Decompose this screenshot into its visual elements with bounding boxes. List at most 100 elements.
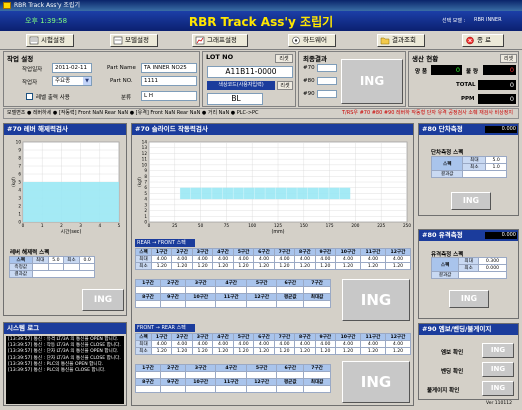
folder-icon: [380, 36, 390, 45]
spec-cell: 11구간: [360, 248, 386, 256]
measure-cell: [303, 385, 331, 393]
partname-field[interactable]: TA INNER NO25: [141, 63, 197, 73]
spec-cell: 7구간: [273, 248, 296, 256]
x-tick-label: 200: [351, 223, 359, 228]
label-print-checkbox[interactable]: [26, 93, 33, 100]
spec-cell: 4.00: [294, 255, 316, 263]
measure-cell: 평균값: [276, 293, 305, 301]
class-field[interactable]: L H: [141, 91, 197, 101]
gauge-result: ING: [482, 381, 514, 396]
measure-cell: 12구간: [245, 293, 278, 301]
color-code-field[interactable]: BL: [207, 93, 263, 105]
measure-cell: [276, 286, 305, 294]
job-settings-panel: 작업 설정 작업일자 2011-02-11 작업자 주요종 레벨 출력 사용 P…: [3, 51, 200, 107]
spec-cell: 4구간: [212, 248, 234, 256]
y-tick-label: 12: [142, 151, 148, 156]
hardware-button[interactable]: 하드웨어: [288, 34, 336, 47]
measure-row: 1구간 2구간 3구간 4구간 5구간 6구간 7구간: [135, 364, 331, 372]
measure-cell: [276, 300, 305, 308]
spec-cell: 1.20: [232, 262, 255, 270]
front-rear-result-indicator: ING: [342, 361, 410, 403]
r90-label: #90: [303, 91, 315, 97]
y-tick-label: 9: [18, 148, 21, 153]
y-tick-label: 10: [142, 162, 148, 167]
spec-band: [23, 182, 119, 222]
spec-cell: 4.00: [360, 255, 386, 263]
model-settings-button[interactable]: 모델설정: [110, 34, 158, 47]
x-axis-label: (mm): [271, 229, 284, 235]
graph-settings-button[interactable]: 그래프설정: [192, 34, 248, 47]
spec-cell: 1구간: [150, 333, 173, 341]
lot-field[interactable]: A11B11-0000: [207, 66, 293, 78]
version-label: Ver 110112: [486, 401, 512, 406]
spec-cell: 3구간: [191, 333, 214, 341]
color-reset-button[interactable]: 리셋: [277, 81, 293, 90]
measure-cell: 평균값: [276, 378, 305, 386]
worker-select[interactable]: 주요종: [52, 76, 92, 86]
partno-field[interactable]: 1111: [141, 76, 197, 86]
step-measure-section: #80 단차측정 0.000 단차측정 스펙 스펙 최대 5.0 최소 1.0 결과값…: [418, 123, 519, 216]
spec-cell: 1.20: [360, 262, 386, 270]
spec-cell: 4.00: [212, 255, 234, 263]
slide-force-chart: 012345678910111213140 25 50 75 100 125 150 175 2…: [137, 140, 411, 236]
spec-cell: 4.00: [360, 340, 386, 348]
spec-cell: 1.20: [273, 262, 296, 270]
spec-cell: 최대: [135, 255, 152, 263]
system-log-section: 시스템 로그 [13:39:57] 통신 : 유격 LT/3A 의 통신을 OP…: [3, 322, 127, 406]
spec-cell: 1.20: [294, 347, 316, 355]
y-tick-label: 7: [144, 180, 147, 185]
y-tick-label: 14: [142, 140, 148, 145]
production-reset-button[interactable]: 리셋: [500, 54, 517, 63]
measure-cell: 7구간: [303, 364, 331, 372]
measure-row: [135, 371, 331, 379]
hardware-label: 하드웨어: [303, 36, 327, 44]
measure-cell: 12구간: [245, 378, 278, 386]
x-tick-label: 175: [326, 223, 334, 228]
exit-button[interactable]: 종 료: [462, 34, 504, 47]
measure-cell: 3구간: [184, 364, 217, 372]
measure-cell: [135, 286, 161, 294]
y-tick-label: 3: [18, 196, 21, 201]
spec-cell: 4.00: [253, 340, 275, 348]
window-title: RBR Track Ass'y 조립기: [14, 2, 80, 9]
measure-cell: [245, 385, 278, 393]
spec-cell: 4.00: [384, 255, 412, 263]
spec-cell: 1.20: [253, 262, 275, 270]
measure-cell: 11구간: [215, 378, 247, 386]
spec-cell: 4.00: [191, 255, 214, 263]
y-tick-label: 9: [144, 168, 147, 173]
measure-cell: [245, 300, 278, 308]
ppm-count: 0: [478, 94, 516, 104]
result-lookup-button[interactable]: 결과조회: [377, 34, 425, 47]
measure-cell: [303, 300, 331, 308]
y-tick-label: 3: [144, 202, 147, 207]
r70-field: [317, 64, 337, 72]
y-tick-label: 6: [144, 185, 147, 190]
spec-cell: 1.20: [360, 347, 386, 355]
spec-cell: 5구간: [232, 333, 255, 341]
app-window: RBR Track Ass'y 조립기 오후 1:39:58 RBR Track…: [0, 0, 522, 410]
ng-label: 불 량: [466, 69, 479, 75]
x-tick-label: 2: [60, 223, 63, 228]
spec-cell: 4.00: [150, 340, 173, 348]
measure-cell: [245, 371, 278, 379]
lot-reset-button[interactable]: 리셋: [275, 54, 293, 63]
system-log-list[interactable]: [13:39:57] 통신 : 유격 LT/3A 의 통신을 OPEN 합니다.…: [6, 336, 124, 404]
spec-row: 스펙 1구간 2구간 3구간 4구간 5구간 6구간 7구간 8구간 9구간 10구간 11구간 12구…: [135, 248, 412, 256]
embo-result: ING: [482, 343, 514, 358]
spec-row: 최소 1.20 1.20 1.20 1.20 1.20 1.20 1.20 1.20 1.20 1.…: [135, 262, 412, 270]
test-settings-button[interactable]: 시험설정: [26, 34, 74, 47]
date-field[interactable]: 2011-02-11: [52, 63, 92, 73]
y-tick-label: 1: [144, 214, 147, 219]
spec-cell: 스펙: [135, 248, 152, 256]
spec-cell: 4.00: [273, 340, 296, 348]
x-tick-label: 150: [300, 223, 308, 228]
spec-cell: 8구간: [294, 248, 316, 256]
front-rear-measure-table: 1구간 2구간 3구간 4구간 5구간 6구간 7구간 8구간 9구간 10구간 11구간 12구간 평…: [135, 364, 331, 393]
exit-icon: [465, 36, 475, 45]
production-panel: 생산 현황 리셋 양 품 0 불 량 0 TOTAL 0 PPM 0: [408, 51, 519, 107]
bend-label: 벤딩 확인: [441, 369, 464, 375]
final-result-indicator: ING: [341, 59, 403, 104]
x-tick-label: 25: [172, 223, 178, 228]
measure-cell: [215, 385, 247, 393]
